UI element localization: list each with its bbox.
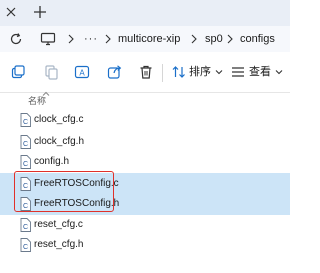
svg-text:C: C (23, 203, 28, 210)
file-row[interactable]: C clock_cfg.c (0, 109, 290, 131)
chevron-down-icon[interactable] (275, 69, 283, 75)
chevron-right-icon (105, 34, 111, 44)
rename-icon[interactable]: A (74, 64, 90, 80)
c-file-icon: C (20, 135, 31, 149)
svg-text:C: C (23, 244, 28, 251)
sort-button-label[interactable]: 排序 (189, 65, 211, 79)
file-name: clock_cfg.h (34, 136, 85, 147)
file-row[interactable]: C clock_cfg.h (0, 131, 290, 153)
c-file-icon: C (20, 155, 31, 169)
chevron-down-icon[interactable] (215, 69, 223, 75)
plus-icon[interactable] (32, 4, 48, 20)
view-button-label[interactable]: 查看 (249, 65, 271, 79)
file-name: clock_cfg.c (34, 114, 84, 125)
column-name-header[interactable]: 名称 (28, 94, 46, 107)
monitor-icon[interactable] (40, 32, 56, 46)
address-bar[interactable]: ··· multicore-xip sp0 configs (0, 26, 290, 52)
c-file-icon: C (20, 218, 31, 232)
file-row-selected[interactable]: C FreeRTOSConfig.c (0, 173, 290, 195)
svg-text:A: A (79, 68, 85, 77)
file-row[interactable]: C reset_cfg.h (0, 234, 290, 256)
file-name: FreeRTOSConfig.h (34, 198, 120, 209)
file-row[interactable]: C config.h (0, 151, 290, 173)
new-item-icon[interactable] (10, 64, 26, 80)
chevron-right-icon (191, 34, 197, 44)
c-file-icon: C (20, 197, 31, 211)
chevron-right-icon (227, 34, 233, 44)
breadcrumb-overflow[interactable]: ··· (84, 32, 98, 46)
refresh-icon[interactable] (9, 32, 23, 46)
file-name: config.h (34, 156, 70, 167)
file-row[interactable]: C reset_cfg.c (0, 214, 290, 236)
svg-text:C: C (23, 183, 28, 190)
breadcrumb-sp0[interactable]: sp0 (205, 32, 223, 46)
delete-icon[interactable] (138, 64, 154, 80)
chevron-right-icon (68, 34, 74, 44)
c-file-icon: C (20, 113, 31, 127)
sort-icon[interactable] (171, 64, 187, 80)
command-bar: A 排序 查看 (0, 52, 290, 93)
tab-bar (0, 0, 290, 26)
c-file-icon: C (20, 238, 31, 252)
file-name: FreeRTOSConfig.c (34, 178, 119, 189)
svg-text:C: C (23, 224, 28, 231)
column-header: 名称 (0, 91, 290, 107)
copy-icon[interactable] (43, 64, 59, 80)
svg-text:C: C (23, 119, 28, 126)
file-name: reset_cfg.c (34, 219, 83, 230)
c-file-icon: C (20, 177, 31, 191)
toolbar-divider (162, 64, 163, 82)
view-icon[interactable] (230, 64, 246, 80)
share-icon[interactable] (107, 64, 123, 80)
file-name: reset_cfg.h (34, 239, 84, 250)
breadcrumb-configs[interactable]: configs (240, 32, 275, 46)
breadcrumb-multicore-xip[interactable]: multicore-xip (118, 32, 180, 46)
file-row-selected[interactable]: C FreeRTOSConfig.h (0, 193, 290, 215)
close-icon[interactable] (4, 5, 18, 19)
svg-text:C: C (23, 141, 28, 148)
svg-text:C: C (23, 161, 28, 168)
